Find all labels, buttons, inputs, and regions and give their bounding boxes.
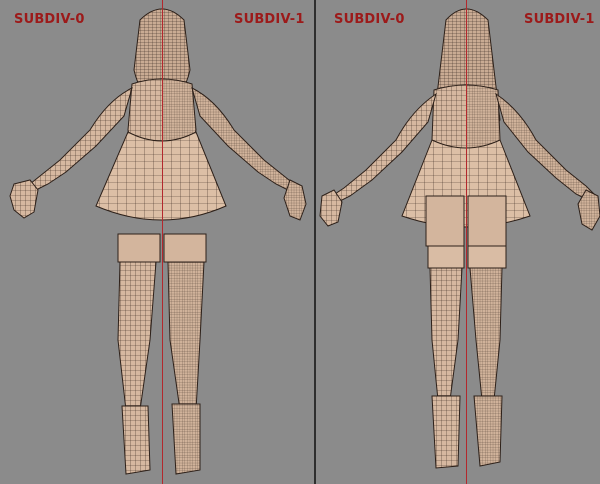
back-subdiv1-label: SUBDIV-1 (524, 12, 595, 27)
back-split-line (466, 0, 467, 484)
front-subdiv1-label: SUBDIV-1 (234, 12, 305, 27)
front-split-line (162, 0, 163, 484)
back-subdiv0-label: SUBDIV-0 (334, 12, 405, 27)
front-view-panel: SUBDIV-0 SUBDIV-1 (0, 0, 314, 484)
front-subdiv0-label: SUBDIV-0 (14, 12, 85, 27)
viewport: SUBDIV-0 SUBDIV-1 SUBDIV-0 SUBDIV-1 (0, 0, 600, 484)
back-view-panel: SUBDIV-0 SUBDIV-1 (316, 0, 600, 484)
back-mesh-figure (319, 8, 600, 469)
front-mesh-figure (9, 8, 307, 475)
